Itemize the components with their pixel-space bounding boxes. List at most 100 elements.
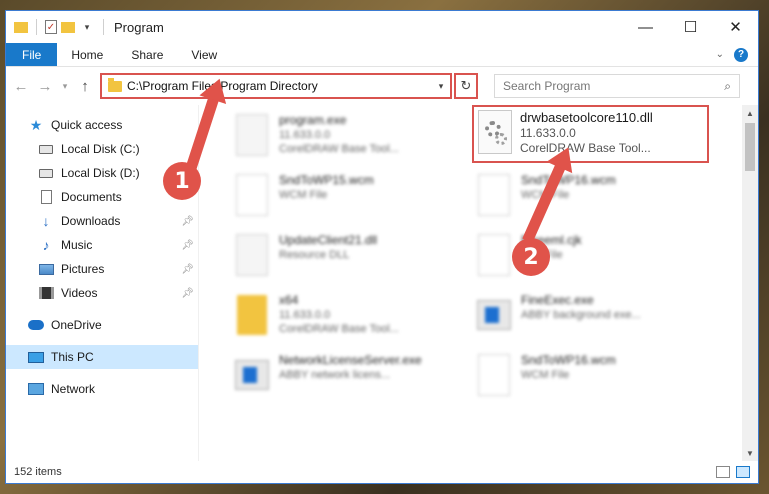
list-item[interactable]: SndToWP16.wcm WCM File	[475, 351, 703, 407]
network-icon	[28, 382, 44, 396]
list-item[interactable]: Fineeml.cjk CJK File	[475, 231, 703, 287]
customize-toolbar-icon[interactable]: ▾	[79, 20, 95, 34]
chevron-down-icon[interactable]: ▾	[432, 81, 450, 92]
file-name: SndToWP16.wcm	[521, 173, 616, 187]
videos-icon	[38, 286, 54, 300]
scroll-down-icon[interactable]: ▼	[742, 445, 758, 461]
scroll-up-icon[interactable]: ▲	[742, 105, 758, 121]
sidebar-item-label: This PC	[51, 350, 94, 364]
sidebar-item-label: Network	[51, 382, 96, 396]
folder-icon	[237, 295, 267, 335]
forward-arrow-icon[interactable]: →	[36, 78, 54, 95]
up-arrow-icon[interactable]: ↑	[76, 78, 94, 95]
file-detail: ABBY network licens...	[279, 369, 391, 381]
sidebar-item-music[interactable]: ♪ Music 📌︎	[6, 233, 198, 257]
tab-view[interactable]: View	[177, 43, 231, 66]
pin-icon[interactable]: 📌︎	[181, 288, 194, 299]
minimize-button[interactable]: —	[623, 11, 668, 43]
folder-icon	[108, 77, 122, 92]
tab-home[interactable]: Home	[57, 43, 117, 66]
file-name: program.exe	[279, 113, 347, 127]
sidebar-item-network[interactable]: Network	[6, 377, 198, 401]
file-list: program.exe 11.633.0.0 CorelDRAW Base To…	[199, 105, 758, 461]
application-icon	[235, 360, 269, 390]
tiles-view-icon[interactable]	[736, 466, 750, 478]
file-description: CorelDRAW Base Tool...	[520, 141, 651, 155]
sidebar-item-this-pc[interactable]: This PC	[6, 345, 198, 369]
address-path[interactable]: C:\Program Files\Program Directory	[127, 79, 432, 93]
sidebar-item-downloads[interactable]: ↓ Downloads 📌︎	[6, 209, 198, 233]
navigation-pane: ★ Quick access Local Disk (C:) Local Dis…	[6, 105, 199, 461]
list-item[interactable]: NetworkLicenseServer.exe ABBY network li…	[233, 351, 461, 407]
recent-locations-icon[interactable]: ▾	[60, 81, 70, 92]
refresh-icon[interactable]: ↻	[454, 73, 478, 99]
explorer-window: ✓ ▾ Program — ☐ ✕ File Home Share View ⌄…	[5, 10, 759, 484]
sidebar-item-label: Local Disk (D:)	[61, 166, 140, 180]
properties-icon[interactable]: ✓	[45, 20, 57, 34]
details-view-icon[interactable]	[716, 466, 730, 478]
ribbon-tabs: File Home Share View ⌄ ?	[6, 43, 758, 67]
address-row: ← → ▾ ↑ C:\Program Files\Program Directo…	[6, 67, 758, 105]
search-placeholder: Search Program	[503, 79, 591, 93]
ribbon-right: ⌄ ?	[716, 43, 758, 66]
sidebar-item-quick-access[interactable]: ★ Quick access	[6, 113, 198, 137]
back-arrow-icon[interactable]: ←	[12, 78, 30, 95]
sidebar-item-pictures[interactable]: Pictures 📌︎	[6, 257, 198, 281]
file-name: NetworkLicenseServer.exe	[279, 353, 422, 367]
new-folder-icon[interactable]	[61, 21, 75, 33]
toolbar-divider	[36, 19, 37, 35]
tab-share[interactable]: Share	[117, 43, 177, 66]
sidebar-item-label: Pictures	[61, 262, 105, 276]
sidebar-item-label: Quick access	[51, 118, 123, 132]
sidebar-item-onedrive[interactable]: OneDrive	[6, 313, 198, 337]
download-icon: ↓	[42, 213, 50, 229]
close-button[interactable]: ✕	[713, 11, 758, 43]
list-item[interactable]: x64 11.633.0.0 CorelDRAW Base Tool...	[233, 291, 461, 347]
sidebar-item-label: Documents	[61, 190, 122, 204]
file-version: 11.633.0.0	[520, 126, 576, 140]
search-input[interactable]: Search Program ⌕	[494, 74, 740, 98]
sidebar-item-label: Music	[61, 238, 93, 252]
file-detail: CorelDRAW Base Tool...	[279, 143, 399, 155]
window-controls: — ☐ ✕	[623, 11, 758, 43]
list-item[interactable]: program.exe 11.633.0.0 CorelDRAW Base To…	[233, 111, 461, 167]
file-name: FineExec.exe	[521, 293, 594, 307]
address-bar[interactable]: C:\Program Files\Program Directory ▾	[100, 73, 452, 99]
pin-icon[interactable]: 📌︎	[181, 216, 194, 227]
file-detail: 11.633.0.0	[279, 309, 331, 321]
pin-icon[interactable]: 📌︎	[181, 240, 194, 251]
window-title: Program	[114, 19, 164, 35]
list-item[interactable]: SndToWP15.wcm WCM File	[233, 171, 461, 227]
title-bar: ✓ ▾ Program — ☐ ✕	[6, 11, 758, 43]
document-file-icon	[478, 234, 510, 276]
list-item[interactable]: UpdateClient21.dll Resource DLL	[233, 231, 461, 287]
dll-gear-icon	[478, 110, 512, 154]
search-icon: ⌕	[724, 78, 731, 93]
sidebar-item-label: Downloads	[61, 214, 121, 228]
list-item[interactable]: SndToWP16.wcm WCM File	[475, 171, 703, 227]
help-icon[interactable]: ?	[734, 47, 748, 62]
document-icon	[38, 190, 54, 204]
file-name: SndToWP16.wcm	[521, 353, 616, 367]
vertical-scrollbar[interactable]: ▲ ▼	[742, 105, 758, 461]
folder-icon	[14, 21, 28, 33]
sidebar-item-local-disk-c[interactable]: Local Disk (C:)	[6, 137, 198, 161]
gear-file-icon	[236, 114, 268, 156]
tab-file[interactable]: File	[6, 43, 58, 66]
highlighted-file[interactable]: drwbasetoolcore110.dll 11.633.0.0 CorelD…	[472, 105, 709, 163]
item-count: 152 items	[14, 466, 62, 478]
file-detail: WCM File	[521, 369, 570, 381]
file-detail: Resource DLL	[279, 249, 350, 261]
application-icon	[477, 300, 511, 330]
pin-icon[interactable]: 📌︎	[181, 264, 194, 275]
annotation-badge-2: 2	[512, 238, 550, 276]
maximize-button[interactable]: ☐	[668, 11, 713, 43]
gear-file-icon	[236, 234, 268, 276]
pictures-icon	[38, 262, 54, 276]
document-file-icon	[478, 354, 510, 396]
list-item[interactable]: FineExec.exe ABBY background exe...	[475, 291, 703, 347]
expand-ribbon-icon[interactable]: ⌄	[716, 49, 724, 60]
file-detail: ABBY background exe...	[521, 309, 641, 321]
scroll-thumb[interactable]	[745, 123, 755, 171]
sidebar-item-videos[interactable]: Videos 📌︎	[6, 281, 198, 305]
